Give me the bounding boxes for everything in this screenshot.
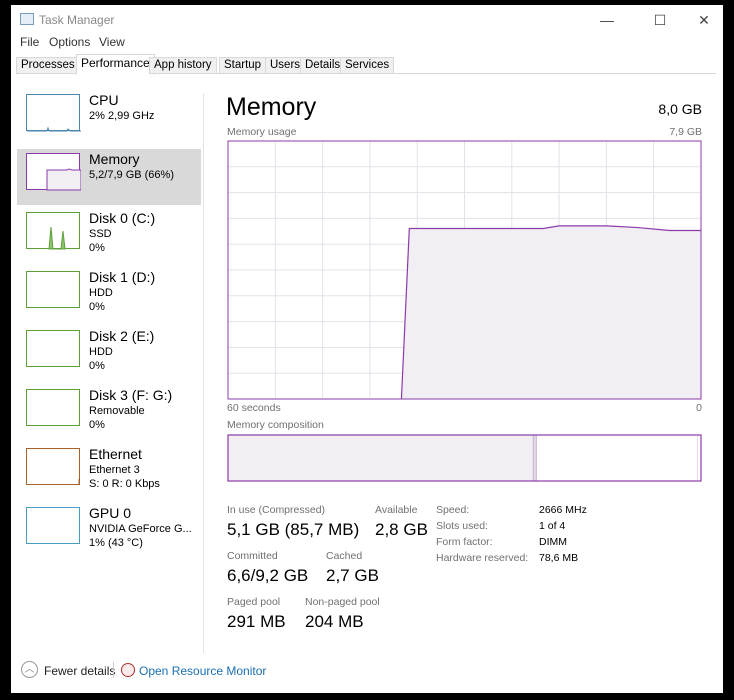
- sidebar-item-name: CPU: [89, 92, 119, 108]
- resource-thumbnail-graph: [26, 212, 80, 250]
- sidebar-item-disk-0-c[interactable]: Disk 0 (C:) SSD 0%: [17, 208, 201, 264]
- nonpaged-pool-value: 204 MB: [305, 612, 364, 631]
- minimize-button[interactable]: —: [584, 9, 630, 31]
- sidebar-item-name: Memory: [89, 151, 140, 167]
- composition-segment-standby: [535, 434, 699, 482]
- composition-label: Memory composition: [227, 419, 324, 431]
- sidebar-item-name: Disk 1 (D:): [89, 269, 156, 285]
- tab-details[interactable]: Details: [300, 57, 346, 74]
- cached-label: Cached: [326, 550, 363, 562]
- sidebar-item-value: 0%: [89, 419, 105, 431]
- menu-options[interactable]: Options: [49, 35, 90, 49]
- divider: [203, 93, 204, 653]
- tab-processes[interactable]: Processes: [16, 57, 80, 74]
- usage-max: 7,9 GB: [669, 126, 702, 138]
- page-title: Memory: [226, 93, 317, 121]
- detail-value: DIMM: [539, 536, 567, 548]
- fewer-details-button[interactable]: Fewer details: [44, 664, 115, 678]
- sidebar-item-value: 0%: [89, 360, 105, 372]
- tab-services[interactable]: Services: [340, 57, 395, 74]
- detail-label: Hardware reserved:: [436, 552, 529, 564]
- tab-bar: Processes Performance App history Startu…: [16, 54, 716, 75]
- resource-thumbnail-graph: [26, 94, 81, 132]
- resource-thumbnail-graph: [26, 153, 81, 191]
- sidebar-item-detail: 2% 2,99 GHz: [89, 110, 155, 122]
- tab-startup[interactable]: Startup: [219, 57, 267, 74]
- tab-performance[interactable]: Performance: [76, 54, 155, 75]
- paged-pool-label: Paged pool: [227, 596, 281, 608]
- sidebar-item-disk-1-d[interactable]: Disk 1 (D:) HDD 0%: [17, 267, 201, 323]
- committed-value: 6,6/9,2 GB: [227, 566, 309, 585]
- memory-usage-area: [401, 225, 701, 399]
- resource-thumbnail-graph: [26, 507, 80, 544]
- time-right-label: 0: [696, 402, 702, 414]
- title-bar: Task Manager — ☐ ✕: [11, 5, 723, 35]
- close-button[interactable]: ✕: [681, 9, 727, 31]
- resource-thumbnail-graph: [26, 448, 80, 485]
- sidebar-item-detail: SSD: [89, 228, 112, 240]
- sidebar-item-detail: HDD: [89, 287, 113, 299]
- detail-value: 78,6 MB: [539, 552, 579, 564]
- sidebar-item-disk-3-f-g[interactable]: Disk 3 (F: G:) Removable 0%: [17, 385, 201, 441]
- sidebar-item-detail: Removable: [89, 405, 145, 417]
- memory-usage-chart: [227, 140, 702, 400]
- chevron-up-icon[interactable]: ︿: [21, 661, 38, 678]
- maximize-button[interactable]: ☐: [637, 9, 683, 31]
- sidebar-item-ethernet[interactable]: Ethernet Ethernet 3 S: 0 R: 0 Kbps: [17, 444, 201, 500]
- sidebar-item-memory[interactable]: Memory 5,2/7,9 GB (66%): [17, 149, 201, 205]
- in-use-label: In use (Compressed): [227, 504, 326, 516]
- available-value: 2,8 GB: [375, 520, 428, 539]
- menu-file[interactable]: File: [20, 35, 39, 49]
- detail-value: 1 of 4: [539, 520, 566, 532]
- sidebar-item-detail: Ethernet 3: [89, 464, 140, 476]
- in-use-value: 5,1 GB (85,7 MB): [227, 520, 360, 539]
- sidebar-item-value: 1% (43 °C): [89, 537, 143, 549]
- memory-composition-bar: [227, 434, 702, 482]
- committed-label: Committed: [227, 550, 278, 562]
- sidebar-item-cpu[interactable]: CPU 2% 2,99 GHz: [17, 90, 201, 146]
- divider: [113, 662, 114, 678]
- task-manager-icon: [20, 13, 34, 25]
- sidebar-item-name: Disk 2 (E:): [89, 328, 155, 344]
- cached-value: 2,7 GB: [326, 566, 379, 585]
- nonpaged-pool-label: Non-paged pool: [305, 596, 380, 608]
- composition-segment-in-use: [227, 434, 534, 482]
- time-left-label: 60 seconds: [227, 402, 281, 414]
- tab-app-history[interactable]: App history: [149, 57, 217, 74]
- sidebar-item-value: 0%: [89, 301, 105, 313]
- sidebar-item-detail: 5,2/7,9 GB (66%): [89, 169, 174, 181]
- available-label: Available: [375, 504, 418, 516]
- sidebar-item-gpu-0[interactable]: GPU 0 NVIDIA GeForce G... 1% (43 °C): [17, 503, 201, 559]
- sidebar-item-name: GPU 0: [89, 505, 132, 521]
- resource-thumbnail-graph: [26, 389, 80, 426]
- sidebar-item-name: Disk 3 (F: G:): [89, 387, 173, 403]
- sidebar-item-name: Ethernet: [89, 446, 142, 462]
- resource-thumbnail-graph: [26, 330, 80, 367]
- usage-label: Memory usage: [227, 126, 297, 138]
- sidebar-item-value: 0%: [89, 242, 105, 254]
- open-resource-monitor-link[interactable]: Open Resource Monitor: [139, 664, 266, 678]
- detail-value: 2666 MHz: [539, 504, 587, 516]
- resource-monitor-icon: [121, 663, 135, 677]
- task-manager-window: Task Manager — ☐ ✕ File Options View Pro…: [11, 5, 723, 693]
- detail-label: Form factor:: [436, 536, 493, 548]
- sidebar-item-value: S: 0 R: 0 Kbps: [89, 478, 160, 490]
- resource-thumbnail-graph: [26, 271, 80, 308]
- detail-label: Speed:: [436, 504, 470, 516]
- menu-view[interactable]: View: [99, 35, 125, 49]
- sidebar-item-disk-2-e[interactable]: Disk 2 (E:) HDD 0%: [17, 326, 201, 382]
- sidebar-item-detail: NVIDIA GeForce G...: [89, 523, 192, 535]
- sidebar-item-name: Disk 0 (C:): [89, 210, 156, 226]
- total-memory: 8,0 GB: [658, 101, 702, 117]
- window-title: Task Manager: [39, 13, 115, 27]
- paged-pool-value: 291 MB: [227, 612, 286, 631]
- sidebar-item-detail: HDD: [89, 346, 113, 358]
- detail-label: Slots used:: [436, 520, 488, 532]
